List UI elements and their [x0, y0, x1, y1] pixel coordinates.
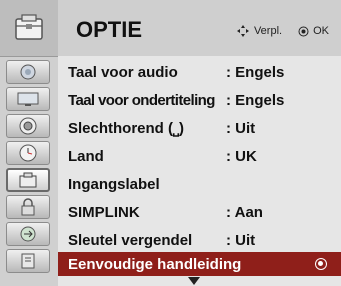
sidebar-item-lock[interactable]	[6, 195, 50, 219]
menu-item-label: Sleutel vergendel	[68, 231, 193, 249]
navigation-hint: Verpl. OK	[236, 24, 329, 38]
option-category-icon	[0, 0, 58, 57]
audio-icon	[19, 117, 37, 135]
menu-item-subtitle-language[interactable]: Taal voor ondertiteling : Engels	[58, 88, 341, 112]
menu-item-label: Ingangslabel	[68, 175, 160, 193]
picture-icon	[20, 64, 36, 80]
lock-icon	[21, 198, 35, 216]
sidebar-item-usb[interactable]	[6, 249, 50, 273]
menu-item-simplink[interactable]: SIMPLINK : Aan	[58, 200, 341, 224]
menu-item-value: : Uit	[226, 119, 256, 137]
menu-item-label: SIMPLINK	[68, 203, 140, 221]
category-sidebar	[0, 0, 58, 286]
options-list: Taal voor audio : Engels Taal voor onder…	[58, 56, 341, 286]
sidebar-item-time[interactable]	[6, 141, 50, 165]
sidebar-item-screen[interactable]	[6, 87, 50, 111]
menu-item-country[interactable]: Land : UK	[58, 144, 341, 168]
sidebar-item-option[interactable]	[6, 168, 50, 192]
menu-item-value: : Uit	[226, 231, 256, 249]
menu-item-label: Eenvoudige handleiding	[68, 255, 242, 273]
menu-item-value: : Engels	[226, 91, 285, 109]
sidebar-item-audio[interactable]	[6, 114, 50, 138]
menu-item-value: : Aan	[226, 203, 263, 221]
usb-icon	[21, 253, 35, 269]
toolbox-icon	[15, 14, 43, 40]
selected-radio-icon	[315, 258, 327, 270]
menu-item-hard-of-hearing[interactable]: Slechthorend (⎵) : Uit	[58, 116, 341, 140]
menu-item-key-lock[interactable]: Sleutel vergendel : Uit	[58, 228, 341, 252]
option-icon	[19, 172, 37, 188]
clock-icon	[19, 144, 37, 162]
menu-header: OPTIE Verpl. OK	[58, 0, 341, 56]
sidebar-item-picture[interactable]	[6, 60, 50, 84]
sidebar-item-input[interactable]	[6, 222, 50, 246]
menu-item-label: Land	[68, 147, 104, 165]
menu-item-label: Taal voor audio	[68, 63, 178, 81]
menu-item-label: Slechthorend (⎵)	[68, 119, 185, 137]
menu-item-value: : Engels	[226, 63, 285, 81]
screen-icon	[17, 92, 39, 106]
menu-item-audio-language[interactable]: Taal voor audio : Engels	[58, 60, 341, 84]
menu-item-input-label[interactable]: Ingangslabel	[58, 172, 341, 196]
menu-title: OPTIE	[76, 17, 143, 42]
menu-item-label: Taal voor ondertiteling	[68, 91, 215, 109]
menu-item-simple-manual[interactable]: Eenvoudige handleiding	[58, 252, 341, 276]
menu-item-value: : UK	[226, 147, 257, 165]
input-icon	[20, 226, 36, 242]
scroll-down-arrow-icon[interactable]	[188, 277, 200, 285]
ok-button-icon	[298, 26, 309, 36]
ok-hint-label: OK	[313, 25, 329, 37]
navigate-arrows-icon	[236, 25, 249, 37]
move-hint-label: Verpl.	[253, 25, 283, 37]
menu-window: OPTIE Verpl. OK Taal voor audio : Engels…	[0, 0, 341, 286]
